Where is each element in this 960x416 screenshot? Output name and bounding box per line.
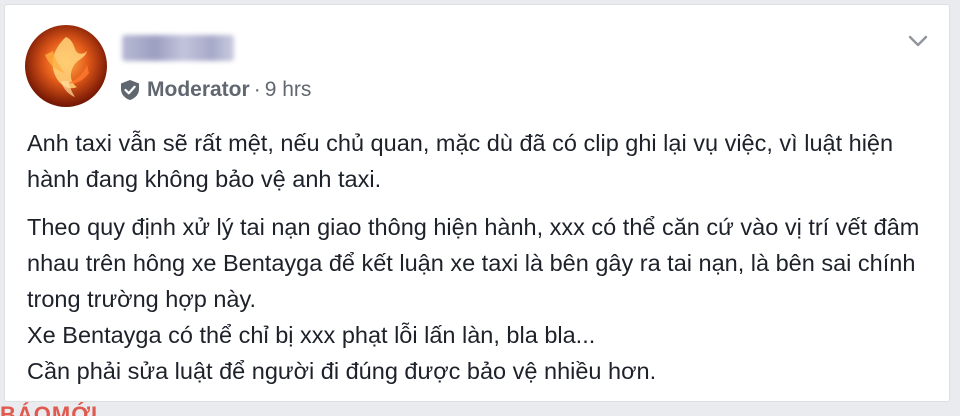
post-meta: Moderator · 9 hrs (121, 77, 311, 103)
post-line: Cần phải sửa luật để người đi đúng được … (27, 358, 657, 384)
post-line: Theo quy định xử lý tai nạn giao thông h… (27, 214, 920, 312)
author-name-blurred[interactable] (122, 35, 234, 61)
shield-check-icon (121, 80, 139, 100)
post-paragraph-2: Theo quy định xử lý tai nạn giao thông h… (27, 209, 937, 389)
watermark-logo: BÁOMỚI (0, 398, 140, 416)
post-paragraph-1: Anh taxi vẫn sẽ rất mệt, nếu chủ quan, m… (27, 130, 894, 192)
post-line: Xe Bentayga có thể chỉ bị xxx phạt lỗi l… (27, 322, 596, 348)
post-timestamp[interactable]: 9 hrs (265, 78, 312, 102)
watermark-text: BÁOMỚI (0, 402, 99, 416)
post-card: Moderator · 9 hrs Anh taxi vẫn sẽ rất mệ… (4, 4, 950, 402)
meta-separator: · (253, 78, 261, 101)
post-body: Anh taxi vẫn sẽ rất mệt, nếu chủ quan, m… (27, 125, 937, 401)
author-role: Moderator (147, 78, 250, 101)
chevron-down-icon[interactable] (907, 33, 929, 49)
phoenix-avatar-image (45, 37, 89, 97)
avatar[interactable] (25, 25, 107, 107)
